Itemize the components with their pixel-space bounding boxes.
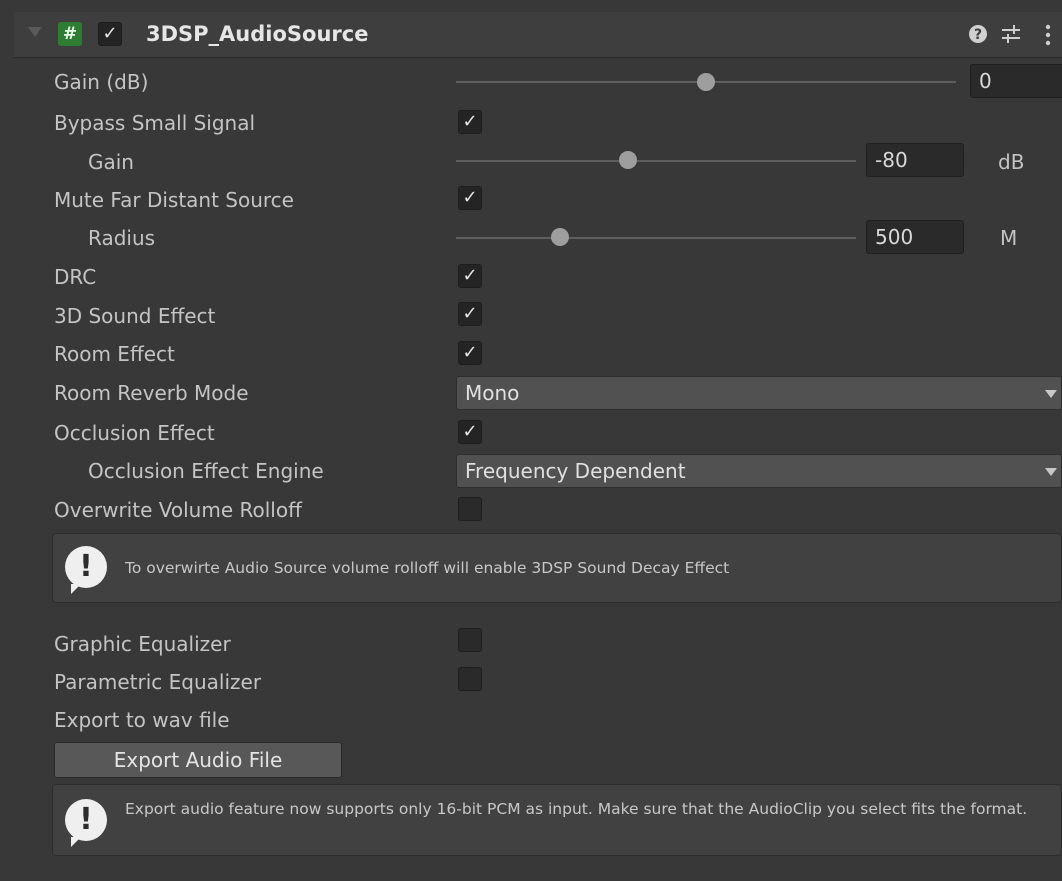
room-effect-label: Room Effect xyxy=(54,342,175,366)
drc-label: DRC xyxy=(54,265,97,289)
parametric-equalizer-checkbox[interactable] xyxy=(458,667,482,691)
component-title: 3DSP_AudioSource xyxy=(146,22,369,46)
bypass-gain-label: Gain xyxy=(88,150,134,174)
dropdown-arrow-icon xyxy=(1045,468,1057,476)
info-exclamation-icon: ! xyxy=(65,546,107,594)
radius-label: Radius xyxy=(88,226,156,250)
export-to-wav-label: Export to wav file xyxy=(54,708,230,732)
preset-icon[interactable] xyxy=(1000,24,1022,49)
occlusion-effect-engine-dropdown[interactable]: Frequency Dependent xyxy=(456,454,1062,488)
export-help-box: ! Export audio feature now supports only… xyxy=(52,784,1062,856)
rolloff-help-text: To overwirte Audio Source volume rolloff… xyxy=(125,559,730,577)
script-icon: # xyxy=(58,22,82,46)
kebab-menu-icon[interactable] xyxy=(1044,24,1052,51)
occlusion-effect-label: Occlusion Effect xyxy=(54,421,215,445)
bypass-small-signal-checkbox[interactable]: ✓ xyxy=(458,110,482,134)
overwrite-volume-rolloff-checkbox[interactable] xyxy=(458,497,482,521)
bypass-gain-slider-thumb[interactable] xyxy=(619,151,637,169)
sound-effect-3d-checkbox[interactable]: ✓ xyxy=(458,302,482,326)
export-help-text: Export audio feature now supports only 1… xyxy=(125,800,1028,818)
radius-unit: M xyxy=(1000,226,1018,250)
sound-effect-3d-label: 3D Sound Effect xyxy=(54,304,216,328)
occlusion-effect-engine-label: Occlusion Effect Engine xyxy=(88,459,324,483)
parametric-equalizer-label: Parametric Equalizer xyxy=(54,670,262,694)
info-exclamation-icon: ! xyxy=(65,799,107,847)
bypass-gain-slider-track[interactable] xyxy=(456,160,856,162)
mute-far-distant-source-checkbox[interactable]: ✓ xyxy=(458,186,482,210)
foldout-arrow-icon[interactable] xyxy=(28,27,42,37)
component-header[interactable]: # ✓ 3DSP_AudioSource ? xyxy=(14,12,1062,58)
gain-db-input[interactable]: 0 xyxy=(970,64,1062,98)
component-enabled-checkbox[interactable]: ✓ xyxy=(98,22,122,46)
mute-far-distant-source-label: Mute Far Distant Source xyxy=(54,188,294,212)
room-reverb-mode-label: Room Reverb Mode xyxy=(54,381,249,405)
room-reverb-mode-value: Mono xyxy=(465,381,520,405)
graphic-equalizer-label: Graphic Equalizer xyxy=(54,632,231,656)
bypass-gain-unit: dB xyxy=(998,150,1025,174)
overwrite-volume-rolloff-label: Overwrite Volume Rolloff xyxy=(54,498,302,522)
rolloff-help-box: ! To overwirte Audio Source volume rollo… xyxy=(52,533,1062,603)
room-effect-checkbox[interactable]: ✓ xyxy=(458,341,482,365)
graphic-equalizer-checkbox[interactable] xyxy=(458,628,482,652)
bypass-small-signal-label: Bypass Small Signal xyxy=(54,111,256,135)
gain-db-label: Gain (dB) xyxy=(54,70,149,94)
occlusion-effect-checkbox[interactable]: ✓ xyxy=(458,420,482,444)
radius-slider-thumb[interactable] xyxy=(551,228,569,246)
svg-text:?: ? xyxy=(974,27,982,43)
room-reverb-mode-dropdown[interactable]: Mono xyxy=(456,376,1062,410)
radius-slider-track[interactable] xyxy=(456,237,856,239)
help-icon[interactable]: ? xyxy=(968,24,988,49)
radius-input[interactable]: 500 xyxy=(866,220,964,254)
gain-db-slider-thumb[interactable] xyxy=(697,73,715,91)
export-audio-file-button[interactable]: Export Audio File xyxy=(54,742,342,778)
drc-checkbox[interactable]: ✓ xyxy=(458,264,482,288)
occlusion-effect-engine-value: Frequency Dependent xyxy=(465,459,686,483)
bypass-gain-input[interactable]: -80 xyxy=(866,143,964,177)
inspector-panel: # ✓ 3DSP_AudioSource ? Gain (dB) 0 Bypas… xyxy=(0,0,1062,881)
dropdown-arrow-icon xyxy=(1045,390,1057,398)
